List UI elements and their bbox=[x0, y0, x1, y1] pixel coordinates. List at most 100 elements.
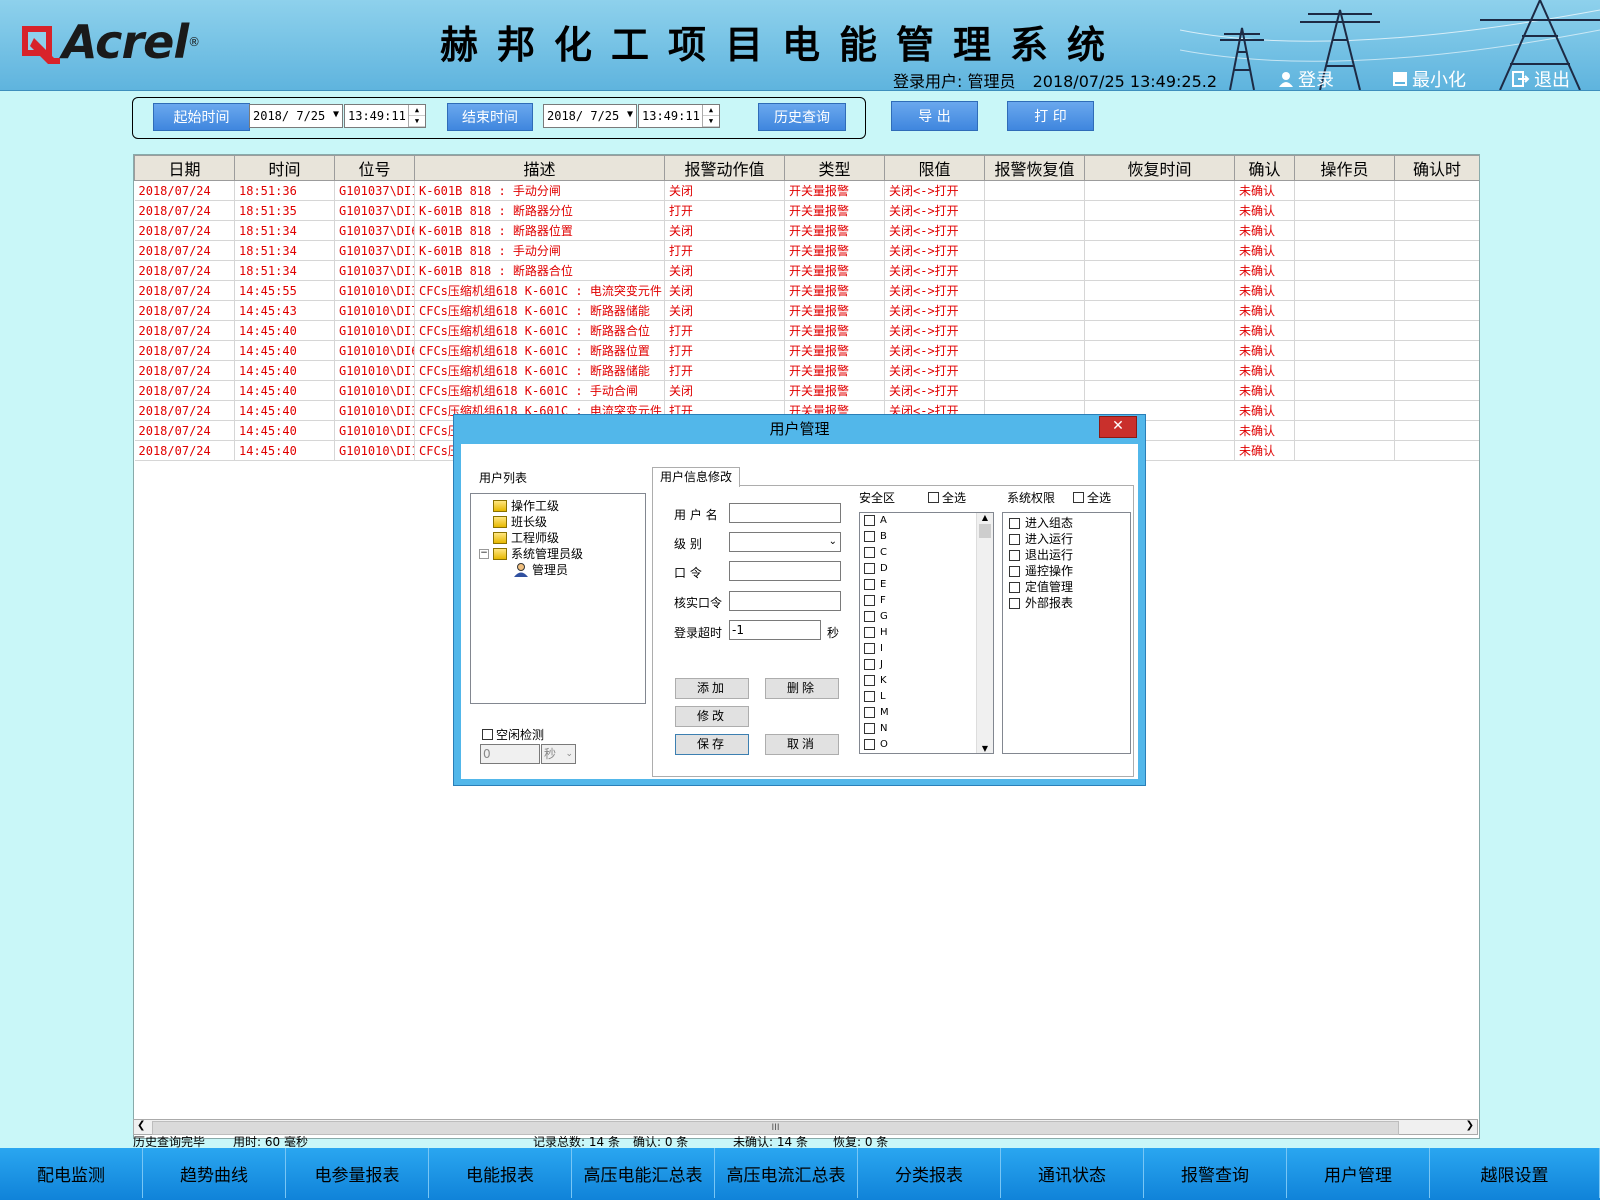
horizontal-scrollbar[interactable]: ❮ III ❯ bbox=[133, 1119, 1478, 1135]
permission-item[interactable]: 进入运行 bbox=[1003, 531, 1130, 547]
end-time-button[interactable]: 结束时间 bbox=[447, 103, 533, 131]
zone-item[interactable]: E bbox=[860, 577, 993, 593]
zone-item[interactable]: F bbox=[860, 593, 993, 609]
spinner-arrows-icon[interactable]: ▲ ▼ bbox=[408, 105, 425, 127]
idle-seconds-input[interactable]: 0 bbox=[480, 744, 540, 764]
zone-item[interactable]: N bbox=[860, 721, 993, 737]
zone-checkbox[interactable] bbox=[864, 514, 875, 526]
zone-select-all-checkbox[interactable] bbox=[928, 492, 939, 503]
permission-checkbox[interactable] bbox=[1009, 582, 1020, 593]
zone-checkbox[interactable] bbox=[864, 738, 875, 750]
idle-check[interactable]: 空闲检测 bbox=[482, 726, 544, 743]
close-icon[interactable]: ✕ bbox=[1099, 416, 1137, 438]
add-button[interactable]: 添加 bbox=[675, 678, 749, 699]
minimize-button[interactable]: 最小化 bbox=[1392, 66, 1466, 90]
column-header[interactable]: 操作员 bbox=[1294, 155, 1395, 181]
table-row[interactable]: 2018/07/24 14:45:40 G101010\DI6 CFCs压缩机组618… bbox=[134, 340, 1479, 361]
perm-select-all[interactable]: 全选 bbox=[1073, 489, 1111, 506]
column-header[interactable]: 确认时 bbox=[1394, 155, 1479, 181]
zone-checkbox[interactable] bbox=[864, 626, 875, 638]
table-row[interactable]: 2018/07/2418:51:34G101037\DI1:K-601B 818… bbox=[134, 260, 1479, 281]
zone-item[interactable]: H bbox=[860, 625, 993, 641]
column-header[interactable]: 类型 bbox=[784, 155, 885, 181]
perm-select-all-checkbox[interactable] bbox=[1073, 492, 1084, 503]
nav-item[interactable]: 越限设置 bbox=[1430, 1148, 1600, 1198]
column-header[interactable]: 确认 bbox=[1234, 155, 1295, 181]
table-row[interactable]: 2018/07/24 18:51:34 G101037\DI6 K-601B 818 … bbox=[134, 220, 1479, 241]
permission-checkbox[interactable] bbox=[1009, 534, 1020, 545]
table-row[interactable]: 2018/07/2414:45:40G101010\DI1!CFCs压缩机组61… bbox=[134, 380, 1479, 401]
modify-button[interactable]: 修改 bbox=[675, 706, 749, 727]
collapse-icon[interactable]: − bbox=[479, 548, 489, 559]
column-header[interactable]: 报警恢复值 bbox=[984, 155, 1085, 181]
zone-item[interactable]: B bbox=[860, 529, 993, 545]
zone-checkbox[interactable] bbox=[864, 562, 875, 574]
zone-item[interactable]: C bbox=[860, 545, 993, 561]
print-button[interactable]: 打 印 bbox=[1007, 101, 1094, 131]
login-button[interactable]: 登录 bbox=[1278, 66, 1334, 90]
zone-checkbox[interactable] bbox=[864, 610, 875, 622]
table-row[interactable]: 2018/07/24 14:45:43 G101010\DI7 CFCs压缩机组618… bbox=[134, 300, 1479, 321]
idle-checkbox[interactable] bbox=[482, 729, 493, 740]
tree-item-engineer[interactable]: 工程师级 bbox=[493, 529, 559, 546]
column-header[interactable]: 恢复时间 bbox=[1084, 155, 1235, 181]
table-row[interactable]: 2018/07/2418:51:36G101037\DI1(K-601B 818… bbox=[134, 180, 1479, 201]
nav-item[interactable]: 分类报表 bbox=[858, 1148, 1001, 1198]
column-header[interactable]: 位号 bbox=[334, 155, 415, 181]
table-row[interactable]: 2018/07/2414:45:40G101010\DI1:CFCs压缩机组61… bbox=[134, 320, 1479, 341]
zone-item[interactable]: J bbox=[860, 657, 993, 673]
end-date-picker[interactable]: 2018/ 7/25 ▼ bbox=[543, 104, 637, 128]
zone-item[interactable]: D bbox=[860, 561, 993, 577]
zone-checkbox[interactable] bbox=[864, 594, 875, 606]
login-timeout-input[interactable]: -1 bbox=[729, 620, 821, 640]
permission-checkbox[interactable] bbox=[1009, 566, 1020, 577]
zone-checkbox[interactable] bbox=[864, 690, 875, 702]
zone-checkbox[interactable] bbox=[864, 578, 875, 590]
history-query-button[interactable]: 历史查询 bbox=[758, 103, 846, 131]
level-select[interactable]: ⌄ bbox=[729, 532, 841, 552]
export-button[interactable]: 导 出 bbox=[891, 101, 978, 131]
scroll-right-icon[interactable]: ❯ bbox=[1466, 1120, 1474, 1131]
tree-item-team-leader[interactable]: 班长级 bbox=[493, 513, 547, 530]
column-header[interactable]: 描述 bbox=[414, 155, 665, 181]
tab-user-info[interactable]: 用户信息修改 bbox=[652, 467, 740, 487]
permission-item[interactable]: 定值管理 bbox=[1003, 579, 1130, 595]
permission-checkbox[interactable] bbox=[1009, 598, 1020, 609]
zone-checkbox[interactable] bbox=[864, 546, 875, 558]
zone-item[interactable]: O bbox=[860, 737, 993, 753]
tree-item-operator[interactable]: 操作工级 bbox=[493, 497, 559, 514]
start-time-button[interactable]: 起始时间 bbox=[153, 103, 250, 131]
username-input[interactable] bbox=[729, 503, 841, 523]
exit-button[interactable]: 退出 bbox=[1512, 66, 1570, 90]
permission-item[interactable]: 进入组态 bbox=[1003, 515, 1130, 531]
permission-checkbox[interactable] bbox=[1009, 518, 1020, 529]
zone-item[interactable]: K bbox=[860, 673, 993, 689]
zone-item[interactable]: I bbox=[860, 641, 993, 657]
zone-checkbox[interactable] bbox=[864, 706, 875, 718]
zone-checkbox[interactable] bbox=[864, 642, 875, 654]
permission-item[interactable]: 外部报表 bbox=[1003, 595, 1130, 611]
password-input[interactable] bbox=[729, 561, 841, 581]
zone-item[interactable]: M bbox=[860, 705, 993, 721]
zone-select-all[interactable]: 全选 bbox=[928, 489, 966, 506]
zone-checkbox[interactable] bbox=[864, 658, 875, 670]
column-header[interactable]: 时间 bbox=[234, 155, 335, 181]
table-row[interactable]: 2018/07/2418:51:34G101037\DI1(K-601B 818… bbox=[134, 240, 1479, 261]
start-date-picker[interactable]: 2018/ 7/25 ▼ bbox=[249, 104, 343, 128]
zone-checkbox[interactable] bbox=[864, 674, 875, 686]
delete-button[interactable]: 删除 bbox=[765, 678, 839, 699]
nav-item[interactable]: 电参量报表 bbox=[286, 1148, 429, 1198]
start-time-spinner[interactable]: 13:49:11 ▲ ▼ bbox=[344, 104, 426, 128]
scroll-up-icon[interactable]: ▲ bbox=[977, 513, 993, 522]
confirm-password-input[interactable] bbox=[729, 591, 841, 611]
tree-item-admin-user[interactable]: 管理员 bbox=[513, 561, 568, 578]
scroll-left-icon[interactable]: ❮ bbox=[137, 1120, 145, 1131]
nav-item[interactable]: 高压电流汇总表 bbox=[715, 1148, 858, 1198]
idle-unit-select[interactable]: 秒 ⌄ bbox=[541, 744, 576, 764]
nav-item[interactable]: 电能报表 bbox=[429, 1148, 572, 1198]
table-row[interactable]: 2018/07/24 18:51:35 G101037\DI1 K-601B 818 … bbox=[134, 200, 1479, 221]
nav-item[interactable]: 趋势曲线 bbox=[143, 1148, 286, 1198]
zone-checkbox[interactable] bbox=[864, 530, 875, 542]
column-header[interactable]: 日期 bbox=[134, 155, 235, 181]
save-button[interactable]: 保存 bbox=[675, 734, 749, 755]
